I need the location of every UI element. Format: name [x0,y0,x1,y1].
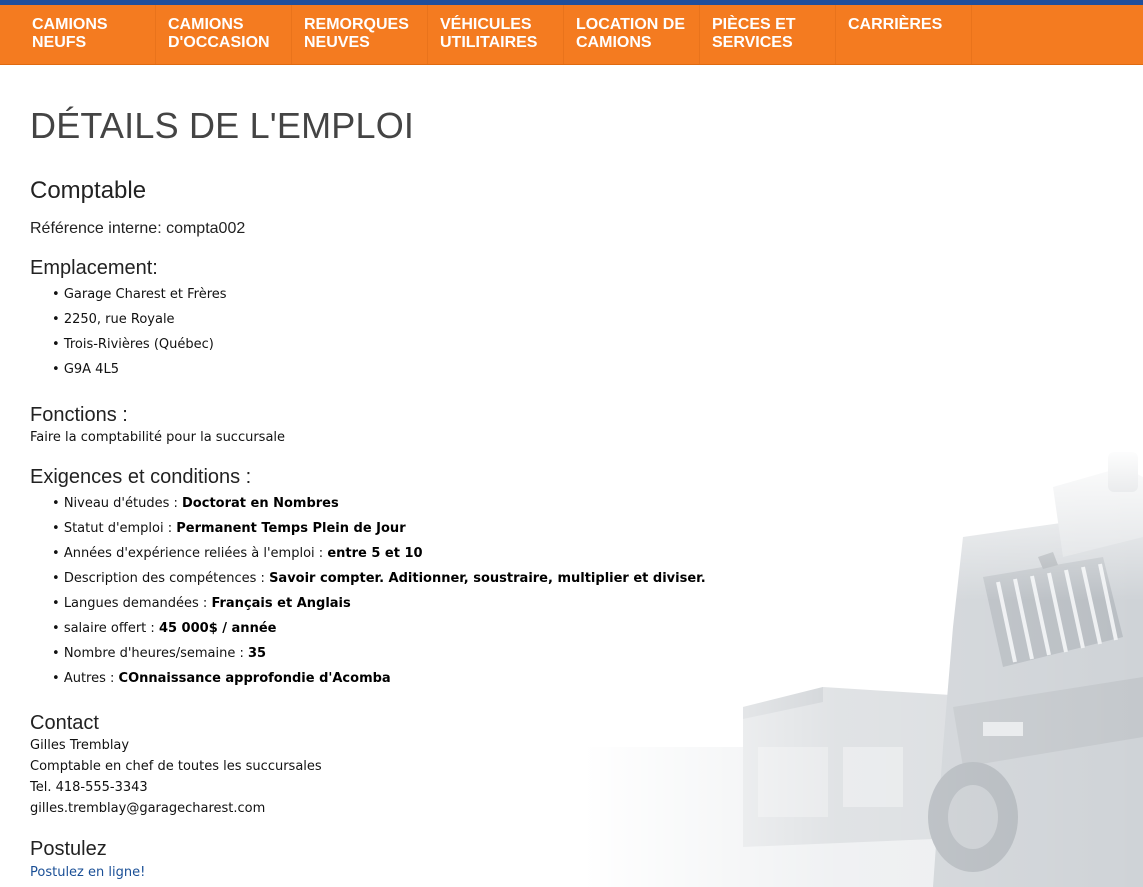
location-line: G9A 4L5 [52,357,1143,382]
requirement-item: Nombre d'heures/semaine : 35 [52,641,1143,666]
requirement-label: Autres : [63,671,119,686]
requirements-section: Exigences et conditions : Niveau d'étude… [30,466,1143,691]
nav-item-pieces-services[interactable]: PIÈCES ET SERVICES [700,5,836,64]
requirement-value: entre 5 et 10 [327,546,423,561]
functions-section: Fonctions : Faire la comptabilité pour l… [30,404,1143,448]
job-title: Comptable [30,177,147,204]
location-list: Garage Charest et Frères 2250, rue Royal… [30,282,1143,382]
location-line: Garage Charest et Frères [52,282,1143,307]
requirement-item: Années d'expérience reliées à l'emploi :… [52,541,1143,566]
requirement-item: Description des compétences : Savoir com… [52,566,1143,591]
requirement-item: salaire offert : 45 000$ / année [52,616,1143,641]
functions-text: Faire la comptabilité pour la succursale [30,430,286,445]
requirement-label: salaire offert : [63,621,159,636]
nav-item-vehicules-utilitaires[interactable]: VÉHICULES UTILITAIRES [428,5,564,64]
apply-heading: Postulez [30,838,107,860]
nav-item-remorques-neuves[interactable]: REMORQUES NEUVES [292,5,428,64]
location-line: 2250, rue Royale [52,307,1143,332]
requirement-label: Description des compétences : [63,571,270,586]
apply-section: Postulez Postulez en ligne! [30,838,1143,880]
requirements-list: Niveau d'études : Doctorat en Nombres St… [30,491,1143,691]
contact-heading: Contact [30,712,99,734]
requirement-label: Années d'expérience reliées à l'emploi : [63,546,328,561]
requirement-label: Niveau d'études : [63,496,183,511]
requirement-value: 35 [248,646,267,661]
contact-email: gilles.tremblay@garagecharest.com [30,801,266,816]
requirement-value: Français et Anglais [211,596,351,611]
functions-heading: Fonctions : [30,404,128,426]
nav-item-camions-neufs[interactable]: CAMIONS NEUFS [20,5,156,64]
contact-name: Gilles Tremblay [30,738,130,753]
apply-online-link[interactable]: Postulez en ligne! [30,865,145,880]
requirements-heading: Exigences et conditions : [30,466,252,488]
nav-item-carrieres[interactable]: CARRIÈRES [836,5,972,64]
requirement-label: Statut d'emploi : [63,521,177,536]
requirement-value: Doctorat en Nombres [182,496,339,511]
location-section: Emplacement: Garage Charest et Frères 22… [30,257,1143,382]
nav-item-location-camions[interactable]: LOCATION DE CAMIONS [564,5,700,64]
requirement-label: Nombre d'heures/semaine : [63,646,249,661]
contact-role: Comptable en chef de toutes les succursa… [30,759,322,774]
contact-section: Contact Gilles Tremblay Comptable en che… [30,712,1143,819]
requirement-item: Autres : COnnaissance approfondie d'Acom… [52,666,1143,691]
page-title: DÉTAILS DE L'EMPLOI [30,105,415,146]
location-line: Trois-Rivières (Québec) [52,332,1143,357]
job-details: DÉTAILS DE L'EMPLOI Comptable Référence … [0,105,1143,880]
internal-reference: Référence interne: compta002 [30,220,246,237]
nav-item-camions-occasion[interactable]: CAMIONS D'OCCASION [156,5,292,64]
requirement-label: Langues demandées : [63,596,212,611]
requirement-value: 45 000$ / année [158,621,277,636]
requirement-value: Savoir compter. Aditionner, soustraire, … [269,571,706,586]
main-nav: CAMIONS NEUFS CAMIONS D'OCCASION REMORQU… [0,5,1143,65]
contact-phone: Tel. 418-555-3343 [30,780,148,795]
requirement-item: Niveau d'études : Doctorat en Nombres [52,491,1143,516]
requirement-item: Statut d'emploi : Permanent Temps Plein … [52,516,1143,541]
requirement-value: COnnaissance approfondie d'Acomba [118,671,391,686]
requirement-value: Permanent Temps Plein de Jour [176,521,406,536]
requirement-item: Langues demandées : Français et Anglais [52,591,1143,616]
location-heading: Emplacement: [30,257,158,279]
